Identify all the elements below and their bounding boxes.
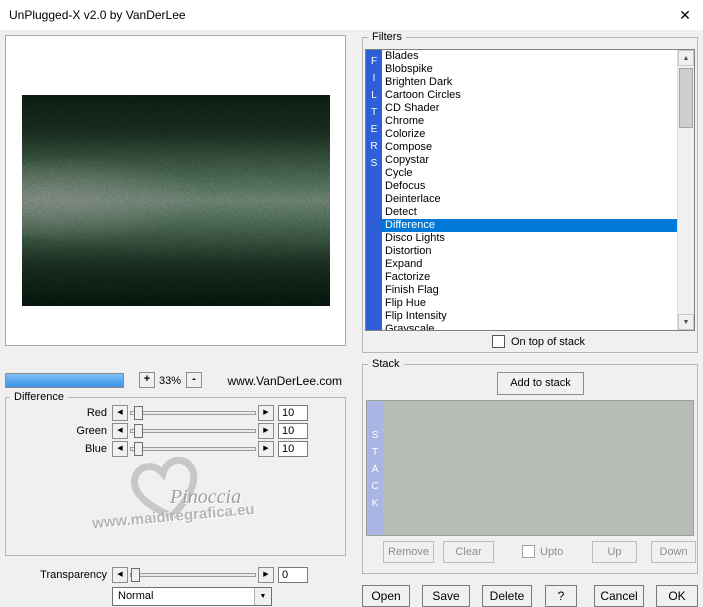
blend-mode-value: Normal (118, 590, 154, 602)
green-increment-icon[interactable]: ▶ (258, 423, 274, 439)
red-label: Red (86, 407, 107, 419)
filters-listbox: F I L T E R S Blades Blobspike Brighten Da… (365, 49, 695, 331)
filter-item-difference[interactable]: Difference (382, 219, 677, 232)
filter-settings-group-label: Difference (10, 391, 68, 403)
filter-item-expand[interactable]: Expand (382, 258, 677, 271)
remove-button[interactable]: Remove (383, 541, 434, 563)
transparency-label: Transparency (40, 569, 107, 581)
title-bar: UnPlugged-X v2.0 by VanDerLee ✕ (0, 0, 703, 30)
filters-list: Blades Blobspike Brighten Dark Cartoon Circ… (382, 50, 677, 330)
filter-item-blades[interactable]: Blades (382, 50, 677, 63)
down-button[interactable]: Down (651, 541, 696, 563)
filter-item-deinterlace[interactable]: Deinterlace (382, 193, 677, 206)
green-label: Green (76, 425, 107, 437)
on-top-of-stack-label: On top of stack (511, 336, 585, 348)
filters-scrollbar[interactable]: ▲ ▼ (677, 50, 694, 330)
transparency-decrement-icon[interactable]: ◀ (112, 567, 128, 583)
green-value-field[interactable] (278, 423, 308, 439)
filter-item-colorize[interactable]: Colorize (382, 128, 677, 141)
close-icon[interactable]: ✕ (675, 5, 695, 25)
filter-item-blobspike[interactable]: Blobspike (382, 63, 677, 76)
filter-item-finish-flag[interactable]: Finish Flag (382, 284, 677, 297)
green-slider-thumb[interactable] (134, 424, 143, 438)
preview-panel (5, 35, 346, 346)
transparency-increment-icon[interactable]: ▶ (258, 567, 274, 583)
slider-row-green: Green ◀ ▶ (0, 423, 346, 439)
slider-row-red: Red ◀ ▶ (0, 405, 346, 421)
on-top-of-stack-checkbox[interactable] (492, 335, 505, 348)
save-button[interactable]: Save (422, 585, 470, 607)
filter-item-detect[interactable]: Detect (382, 206, 677, 219)
slider-row-transparency: Transparency ◀ ▶ (0, 567, 346, 583)
red-slider-thumb[interactable] (134, 406, 143, 420)
green-decrement-icon[interactable]: ◀ (112, 423, 128, 439)
transparency-slider-thumb[interactable] (131, 568, 140, 582)
filter-item-grayscale[interactable]: Grayscale (382, 323, 677, 330)
transparency-slider[interactable] (130, 567, 256, 583)
blend-mode-dropdown[interactable]: Normal ▼ (112, 587, 272, 606)
upto-label: Upto (540, 546, 564, 558)
filter-item-chrome[interactable]: Chrome (382, 115, 677, 128)
open-button[interactable]: Open (362, 585, 410, 607)
blue-label: Blue (84, 443, 107, 455)
blue-increment-icon[interactable]: ▶ (258, 441, 274, 457)
help-button[interactable]: ? (545, 585, 577, 607)
red-slider[interactable] (130, 405, 256, 421)
filter-item-factorize[interactable]: Factorize (382, 271, 677, 284)
filter-item-distortion[interactable]: Distortion (382, 245, 677, 258)
filter-item-disco-lights[interactable]: Disco Lights (382, 232, 677, 245)
filter-item-compose[interactable]: Compose (382, 141, 677, 154)
unplugged-x-dialog: UnPlugged-X v2.0 by VanDerLee ✕ + 33% - … (0, 0, 703, 607)
red-increment-icon[interactable]: ▶ (258, 405, 274, 421)
blue-slider-thumb[interactable] (134, 442, 143, 456)
transparency-value-field[interactable] (278, 567, 308, 583)
red-decrement-icon[interactable]: ◀ (112, 405, 128, 421)
cancel-button[interactable]: Cancel (594, 585, 644, 607)
stack-vertical-label: S T A C K (367, 401, 383, 535)
filter-item-flip-intensity[interactable]: Flip Intensity (382, 310, 677, 323)
stack-group-label: Stack (368, 358, 404, 370)
preview-image[interactable] (22, 95, 330, 306)
red-value-field[interactable] (278, 405, 308, 421)
delete-button[interactable]: Delete (482, 585, 532, 607)
scrollbar-thumb[interactable] (679, 68, 693, 128)
filter-item-cd-shader[interactable]: CD Shader (382, 102, 677, 115)
scroll-down-icon[interactable]: ▼ (678, 314, 694, 330)
ok-button[interactable]: OK (656, 585, 698, 607)
filter-item-cartoon-circles[interactable]: Cartoon Circles (382, 89, 677, 102)
add-to-stack-button[interactable]: Add to stack (497, 372, 584, 395)
stack-empty-area (383, 401, 693, 535)
upto-checkbox[interactable] (522, 545, 535, 558)
chevron-down-icon[interactable]: ▼ (254, 588, 271, 605)
vendor-website-link[interactable]: www.VanDerLee.com (208, 374, 343, 388)
green-slider[interactable] (130, 423, 256, 439)
filter-item-defocus[interactable]: Defocus (382, 180, 677, 193)
up-button[interactable]: Up (592, 541, 637, 563)
zoom-in-button[interactable]: + (139, 372, 155, 388)
blue-decrement-icon[interactable]: ◀ (112, 441, 128, 457)
filter-item-copystar[interactable]: Copystar (382, 154, 677, 167)
filters-group-label: Filters (368, 31, 406, 43)
zoom-level: 33% (158, 375, 182, 387)
zoom-out-button[interactable]: - (186, 372, 202, 388)
filter-item-cycle[interactable]: Cycle (382, 167, 677, 180)
filter-item-flip-hue[interactable]: Flip Hue (382, 297, 677, 310)
blue-value-field[interactable] (278, 441, 308, 457)
progress-bar (5, 373, 124, 388)
window-title: UnPlugged-X v2.0 by VanDerLee (9, 8, 186, 22)
stack-listbox: S T A C K (366, 400, 694, 536)
clear-button[interactable]: Clear (443, 541, 494, 563)
filters-vertical-label: F I L T E R S (366, 50, 382, 330)
scroll-up-icon[interactable]: ▲ (678, 50, 694, 66)
filter-item-brighten-dark[interactable]: Brighten Dark (382, 76, 677, 89)
